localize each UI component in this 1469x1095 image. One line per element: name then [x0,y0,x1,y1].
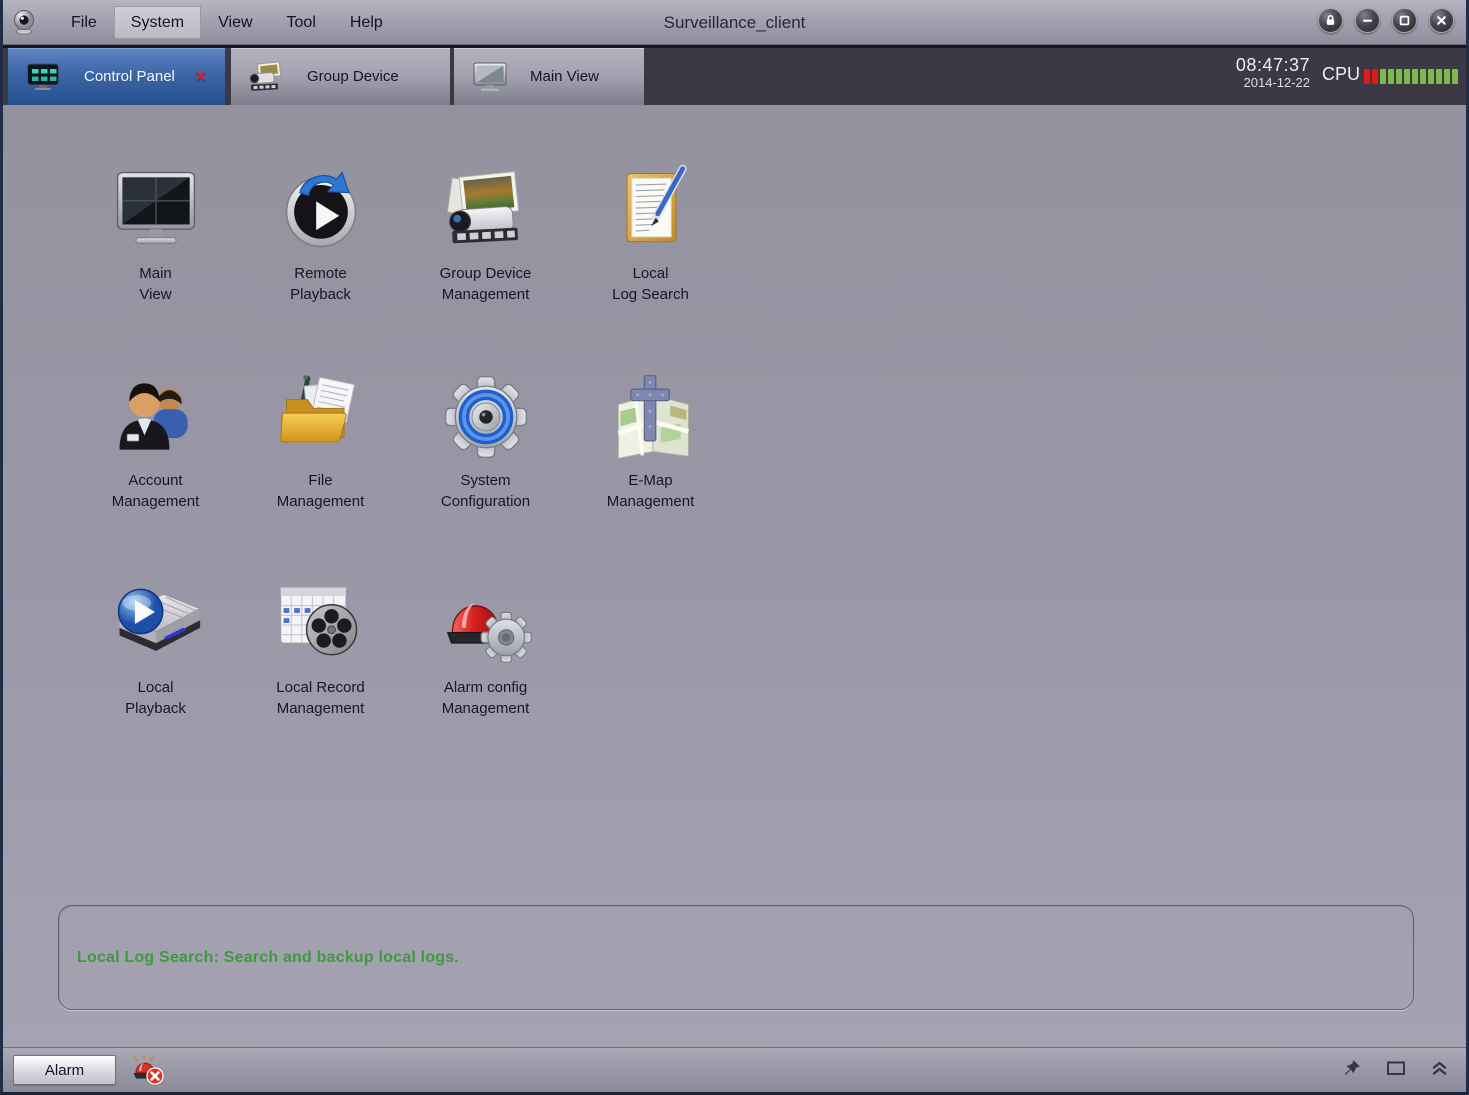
clock-date: 2014-12-22 [1243,75,1311,90]
tab-label: Group Device [307,68,399,85]
cpu-segment [1396,69,1402,84]
launcher-account-management[interactable]: Account Management [73,364,238,571]
menu-view[interactable]: View [201,6,269,39]
file-management-icon [272,370,370,462]
launcher-label: Group Device Management [439,265,532,303]
tab-close-icon[interactable]: ✕ [195,68,207,85]
alarm-disabled-icon[interactable] [131,1054,165,1086]
launcher-label: System Configuration [440,472,531,510]
tab-main-view[interactable]: Main View [454,48,644,105]
surveillance-client-window: File System View Tool Help Surveillance_… [0,0,1469,1095]
maximize-button[interactable] [1392,8,1417,33]
menu-help[interactable]: Help [333,6,400,39]
launcher-remote-playback[interactable]: Remote Playback [238,157,403,364]
launcher-local-log-search[interactable]: Local Log Search [568,157,733,364]
group-device-management-icon [437,163,535,255]
clock: 08:47:37 2014-12-22 [1236,55,1310,90]
local-playback-icon [107,577,205,669]
cpu-segment [1444,69,1450,84]
cpu-segment [1388,69,1394,84]
cpu-segment [1372,69,1378,84]
launcher-alarm-config-management[interactable]: Alarm config Management [403,571,568,778]
local-record-management-icon [272,577,370,669]
collapse-icon[interactable] [1431,1059,1448,1077]
launcher-main-view[interactable]: Main View [73,157,238,364]
launcher-label: Local Playback [125,679,186,717]
control-panel-content: Main View Remote Playback Group Device M… [3,105,1466,1047]
launcher-grid: Main View Remote Playback Group Device M… [73,157,733,778]
cpu-segment [1404,69,1410,84]
launcher-label: E-Map Management [606,472,695,510]
alarm-button[interactable]: Alarm [13,1055,116,1085]
launcher-file-management[interactable]: File Management [238,364,403,571]
menu-bar-items: File System View Tool Help [54,0,400,44]
cpu-label: CPU [1321,64,1360,84]
clock-time: 08:47:37 [1235,55,1310,75]
tab-main-view-icon [472,61,512,93]
launcher-local-record-management[interactable]: Local Record Management [238,571,403,778]
menubar: File System View Tool Help Surveillance_… [3,0,1466,45]
launcher-e-map-management[interactable]: E-Map Management [568,364,733,571]
statusbar-right-controls [1343,1059,1448,1077]
launcher-group-device-management[interactable]: Group Device Management [403,157,568,364]
launcher-label: Local Log Search [612,265,689,303]
launcher-label: Alarm config Management [441,679,530,717]
cpu-segment [1380,69,1386,84]
tab-group-device-icon [249,60,289,93]
cpu-segment [1452,69,1458,84]
description-box: Local Log Search: Search and backup loca… [58,905,1414,1010]
tabbar: Control Panel ✕ Group Device Main View 0… [3,45,1466,105]
menu-file[interactable]: File [54,6,114,39]
launcher-label: Main View [139,265,172,303]
launcher-local-playback[interactable]: Local Playback [73,571,238,778]
tab-control-panel-icon [26,61,66,93]
cpu-meter [1364,69,1458,84]
tab-group-device[interactable]: Group Device [231,48,450,105]
cpu-segment [1436,69,1442,84]
description-text: Local Log Search: Search and backup loca… [77,948,459,966]
remote-playback-icon [272,163,370,255]
account-management-icon [107,370,205,462]
launcher-system-configuration[interactable]: System Configuration [403,364,568,571]
window-icon[interactable] [1386,1059,1406,1077]
menu-system[interactable]: System [113,5,202,39]
launcher-label: Local Record Management [276,679,365,717]
menu-tool[interactable]: Tool [270,6,333,39]
pin-icon[interactable] [1343,1059,1361,1077]
launcher-label: Account Management [111,472,200,510]
local-log-search-icon [602,163,700,255]
close-button[interactable] [1429,8,1454,33]
minimize-button[interactable] [1355,8,1380,33]
cpu-segment [1428,69,1434,84]
tab-label: Main View [530,68,599,85]
cpu-segment [1420,69,1426,84]
cpu-segment [1412,69,1418,84]
tab-label: Control Panel [84,68,175,85]
webcam-app-icon [12,9,36,35]
statusbar: Alarm [3,1047,1466,1092]
e-map-management-icon [602,370,700,462]
cpu-segment [1364,69,1370,84]
system-configuration-icon [437,370,535,462]
tab-control-panel[interactable]: Control Panel ✕ [8,48,225,105]
main-view-icon [107,163,205,255]
launcher-label: Remote Playback [290,265,351,303]
lock-button[interactable] [1318,8,1343,33]
launcher-label: File Management [276,472,365,510]
alarm-config-management-icon [437,577,535,669]
window-controls [1318,8,1454,33]
